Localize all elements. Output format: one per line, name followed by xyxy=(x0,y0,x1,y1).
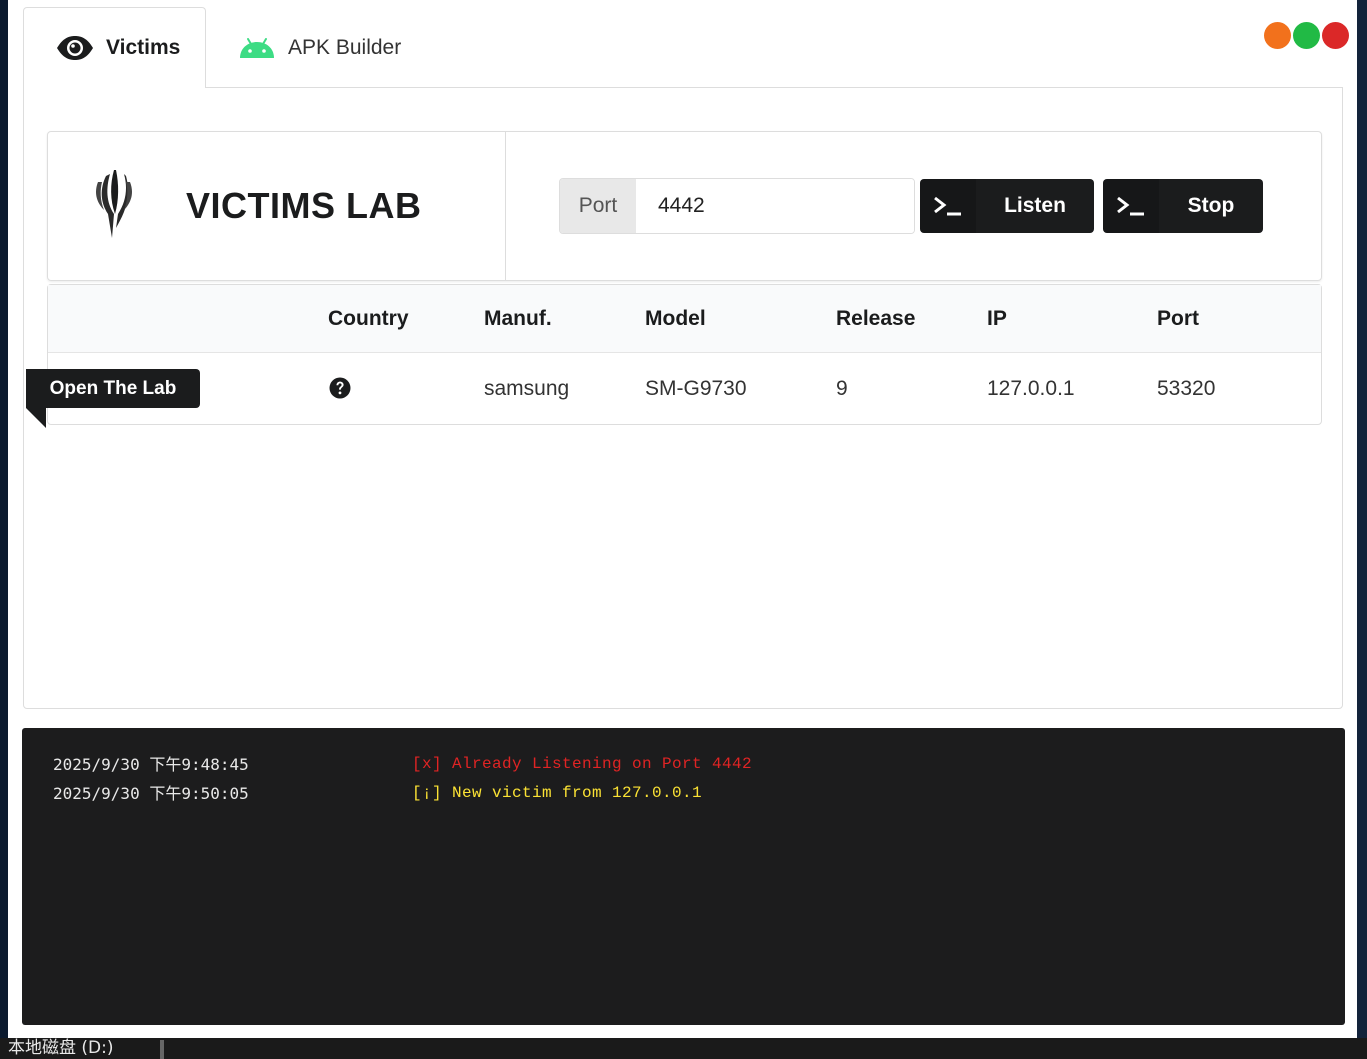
stop-button[interactable]: Stop xyxy=(1103,179,1263,233)
cell-model: SM-G9730 xyxy=(645,377,747,400)
log-message: [¡] New victim from 127.0.0.1 xyxy=(412,784,703,802)
maximize-button[interactable] xyxy=(1293,22,1320,49)
victims-panel: VICTIMS LAB Port Listen Stop xyxy=(23,87,1343,709)
column-header-port[interactable]: Port xyxy=(1157,285,1199,353)
listener-controls: Port Listen Stop xyxy=(506,132,1321,280)
tab-bar: Victims APK Builder xyxy=(23,7,433,88)
listen-button[interactable]: Listen xyxy=(920,179,1094,233)
log-timestamp: 2025/9/30 下午9:50:05 xyxy=(53,784,249,803)
brand: VICTIMS LAB xyxy=(48,132,506,280)
ribbon-tail xyxy=(26,408,46,428)
cell-port: 53320 xyxy=(1157,377,1216,400)
window-controls xyxy=(1264,22,1349,49)
header-card: VICTIMS LAB Port Listen Stop xyxy=(47,131,1322,281)
listen-button-label: Listen xyxy=(1004,194,1066,217)
column-header-model[interactable]: Model xyxy=(645,285,706,353)
question-circle-icon xyxy=(329,377,351,399)
column-header-release[interactable]: Release xyxy=(836,285,915,353)
log-entry: 2025/9/30 下午9:48:45 [x] Already Listenin… xyxy=(22,750,1345,779)
android-icon xyxy=(238,37,276,59)
port-field-group: Port xyxy=(559,178,915,234)
tab-victims-label: Victims xyxy=(106,36,181,59)
cell-release: 9 xyxy=(836,377,848,400)
victims-table: Country Manuf. Model Release IP Port Ope… xyxy=(26,284,1322,428)
claw-logo-icon xyxy=(92,168,136,245)
taskbar-drive-item[interactable]: 本地磁盘 (D:) xyxy=(8,1038,114,1059)
app-window: Victims APK Builder VICTIMS LAB Port 444… xyxy=(8,0,1357,1040)
tab-victims[interactable]: Victims xyxy=(23,7,206,88)
minimize-button[interactable] xyxy=(1264,22,1291,49)
close-button[interactable] xyxy=(1322,22,1349,49)
page-title: VICTIMS LAB xyxy=(186,185,422,226)
port-label: Port xyxy=(560,179,636,233)
open-lab-button[interactable]: Open The Lab xyxy=(26,369,200,408)
eye-icon xyxy=(56,35,94,61)
port-input[interactable] xyxy=(636,179,914,233)
log-timestamp: 2025/9/30 下午9:48:45 xyxy=(53,755,249,774)
taskbar-divider xyxy=(160,1040,164,1059)
log-message: [x] Already Listening on Port 4442 xyxy=(412,755,753,773)
terminal-icon xyxy=(920,179,976,233)
column-header-ip[interactable]: IP xyxy=(987,285,1007,353)
log-console[interactable]: 2025/9/30 下午9:48:45 [x] Already Listenin… xyxy=(22,728,1345,1025)
log-entry: 2025/9/30 下午9:50:05 [¡] New victim from … xyxy=(22,779,1345,808)
desktop-background-right xyxy=(1357,0,1367,1059)
column-header-manufacturer[interactable]: Manuf. xyxy=(484,285,552,353)
tab-apk-builder-label: APK Builder xyxy=(288,35,402,59)
table-row: Open The Lab samsung SM-G9730 9 127.0.0.… xyxy=(26,353,1321,428)
stop-button-label: Stop xyxy=(1187,194,1235,217)
taskbar: 本地磁盘 (D:) xyxy=(0,1038,1367,1059)
tab-apk-builder[interactable]: APK Builder xyxy=(206,7,433,88)
cell-ip: 127.0.0.1 xyxy=(987,377,1075,400)
table-header: Country Manuf. Model Release IP Port xyxy=(48,285,1321,353)
cell-manufacturer: samsung xyxy=(484,377,570,400)
terminal-icon xyxy=(1103,179,1159,233)
column-header-country[interactable]: Country xyxy=(328,285,409,353)
